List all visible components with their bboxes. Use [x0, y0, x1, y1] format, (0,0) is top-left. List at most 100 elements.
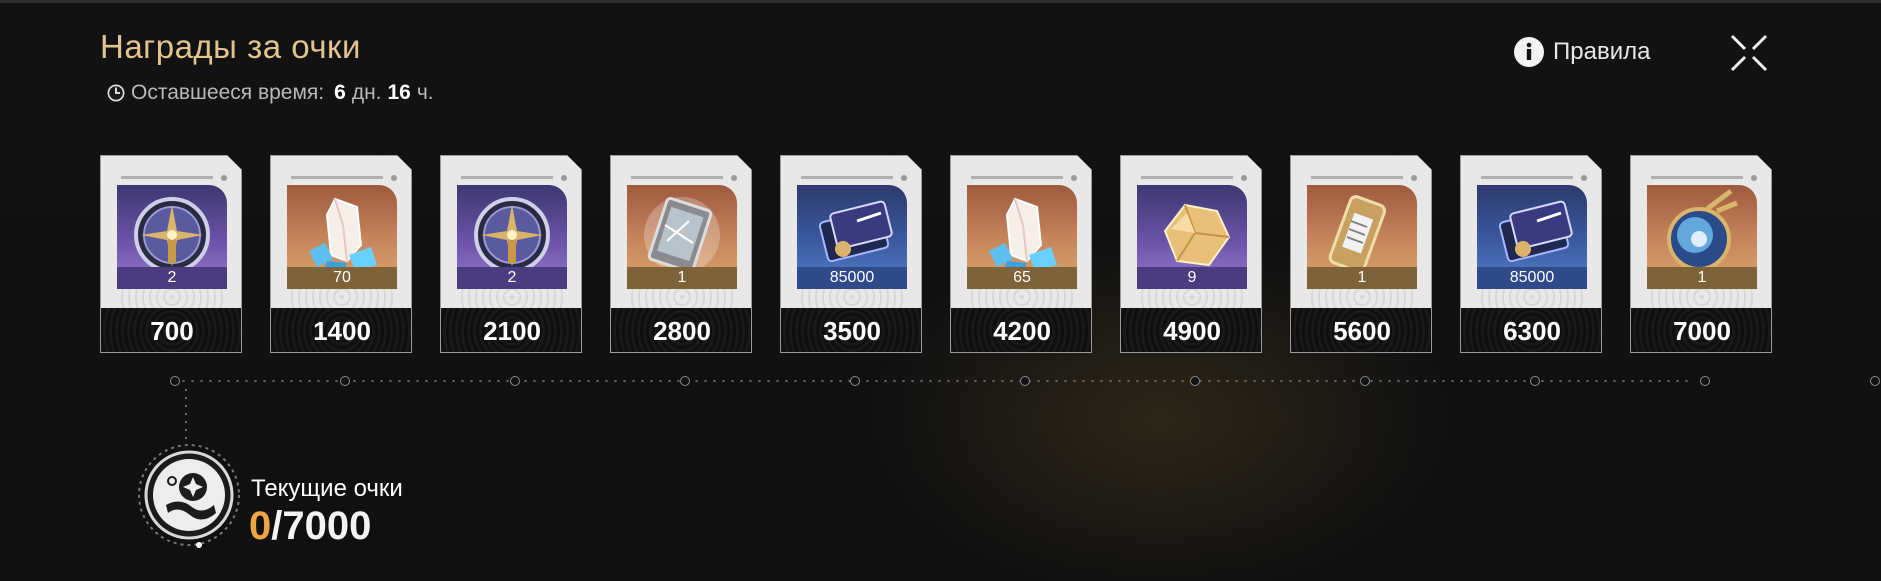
reward-points: 700	[101, 308, 241, 352]
card-bar	[1141, 176, 1233, 179]
reward-image	[627, 185, 737, 278]
current-points-value: 0/7000	[249, 504, 371, 549]
card-bar	[631, 176, 723, 179]
card-bar	[1311, 176, 1403, 179]
reward-card[interactable]: 2 2100	[440, 155, 582, 353]
reward-points: 1400	[271, 308, 411, 352]
currency-ticket-icon	[1498, 200, 1573, 263]
reward-card[interactable]: 70 1400	[270, 155, 412, 353]
card-dot	[1071, 175, 1077, 181]
reward-points: 2100	[441, 308, 581, 352]
reward-points: 3500	[781, 308, 921, 352]
track-node	[1530, 376, 1540, 386]
card-dot	[561, 175, 567, 181]
max-points: /7000	[271, 504, 372, 548]
track-node	[1700, 376, 1710, 386]
reward-image	[287, 185, 397, 278]
card-dot	[1751, 175, 1757, 181]
reward-points: 4200	[951, 308, 1091, 352]
card-dot	[1581, 175, 1587, 181]
reward-image	[117, 185, 227, 278]
page-title: Награды за очки	[100, 28, 361, 65]
reward-amount: 70	[287, 267, 397, 289]
card-dot	[731, 175, 737, 181]
track-node	[170, 376, 180, 386]
card-dot	[391, 175, 397, 181]
reward-amount: 1	[627, 267, 737, 289]
data-card-icon	[644, 196, 720, 274]
track-node	[1870, 376, 1880, 386]
track-node	[340, 376, 350, 386]
reward-image	[1137, 185, 1247, 278]
reward-amount: 85000	[1477, 267, 1587, 289]
keycard-icon	[1328, 195, 1387, 273]
reward-amount: 2	[457, 267, 567, 289]
timer-days-unit: дн.	[351, 81, 382, 104]
rules-button[interactable]: Правила	[1513, 36, 1650, 68]
reward-image	[1477, 185, 1587, 278]
crystal-icon	[309, 197, 377, 273]
timer-days: 6	[334, 81, 346, 104]
clock-icon	[107, 84, 125, 102]
reward-amount: 85000	[797, 267, 907, 289]
progress-track	[170, 376, 1880, 386]
card-dot	[1411, 175, 1417, 181]
timer-hours: 16	[387, 81, 411, 104]
reward-image	[1647, 185, 1757, 278]
track-node	[850, 376, 860, 386]
current-points: 0	[249, 504, 272, 548]
points-badge-icon	[138, 444, 240, 548]
rules-label: Правила	[1553, 38, 1651, 65]
card-dot	[1241, 175, 1247, 181]
compass-sigil-icon	[134, 197, 210, 273]
reward-amount: 1	[1307, 267, 1417, 289]
card-dot	[901, 175, 907, 181]
top-border	[0, 0, 1881, 3]
card-bar	[1651, 176, 1743, 179]
reward-points: 2800	[611, 308, 751, 352]
card-dot	[221, 175, 227, 181]
card-bar	[1481, 176, 1573, 179]
reward-amount: 2	[117, 267, 227, 289]
card-bar	[461, 176, 553, 179]
compass-sigil-icon	[474, 197, 550, 273]
reward-card[interactable]: 85000 3500	[780, 155, 922, 353]
track-node	[510, 376, 520, 386]
card-bar	[801, 176, 893, 179]
gold-ore-icon	[1163, 203, 1231, 267]
reward-card[interactable]: 2 700	[100, 155, 242, 353]
timer-label: Оставшееся время:	[131, 81, 325, 104]
reward-points: 4900	[1121, 308, 1261, 352]
current-points-label: Текущие очки	[251, 475, 403, 502]
orb-icon	[1667, 189, 1738, 271]
reward-card[interactable]: 1 5600	[1290, 155, 1432, 353]
track-node	[680, 376, 690, 386]
reward-card[interactable]: 1 7000	[1630, 155, 1772, 353]
reward-points: 5600	[1291, 308, 1431, 352]
reward-image	[1307, 185, 1417, 278]
reward-card[interactable]: 1 2800	[610, 155, 752, 353]
crystal-icon	[989, 197, 1057, 273]
close-icon[interactable]	[1728, 32, 1770, 74]
reward-card[interactable]: 85000 6300	[1460, 155, 1602, 353]
remaining-time: Оставшееся время: 6 дн. 16 ч.	[106, 80, 434, 106]
reward-points: 7000	[1631, 308, 1771, 352]
track-connector	[185, 386, 187, 440]
track-node	[1020, 376, 1030, 386]
reward-image	[797, 185, 907, 278]
reward-amount: 9	[1137, 267, 1247, 289]
timer-hours-unit: ч.	[416, 81, 434, 104]
reward-image	[457, 185, 567, 278]
currency-ticket-icon	[818, 200, 893, 263]
info-icon	[1514, 37, 1544, 67]
reward-points: 6300	[1461, 308, 1601, 352]
card-bar	[121, 176, 213, 179]
reward-card[interactable]: 65 4200	[950, 155, 1092, 353]
reward-card[interactable]: 9 4900	[1120, 155, 1262, 353]
card-bar	[971, 176, 1063, 179]
track-node	[1190, 376, 1200, 386]
card-bar	[291, 176, 383, 179]
reward-image	[967, 185, 1077, 278]
reward-amount: 1	[1647, 267, 1757, 289]
reward-amount: 65	[967, 267, 1077, 289]
